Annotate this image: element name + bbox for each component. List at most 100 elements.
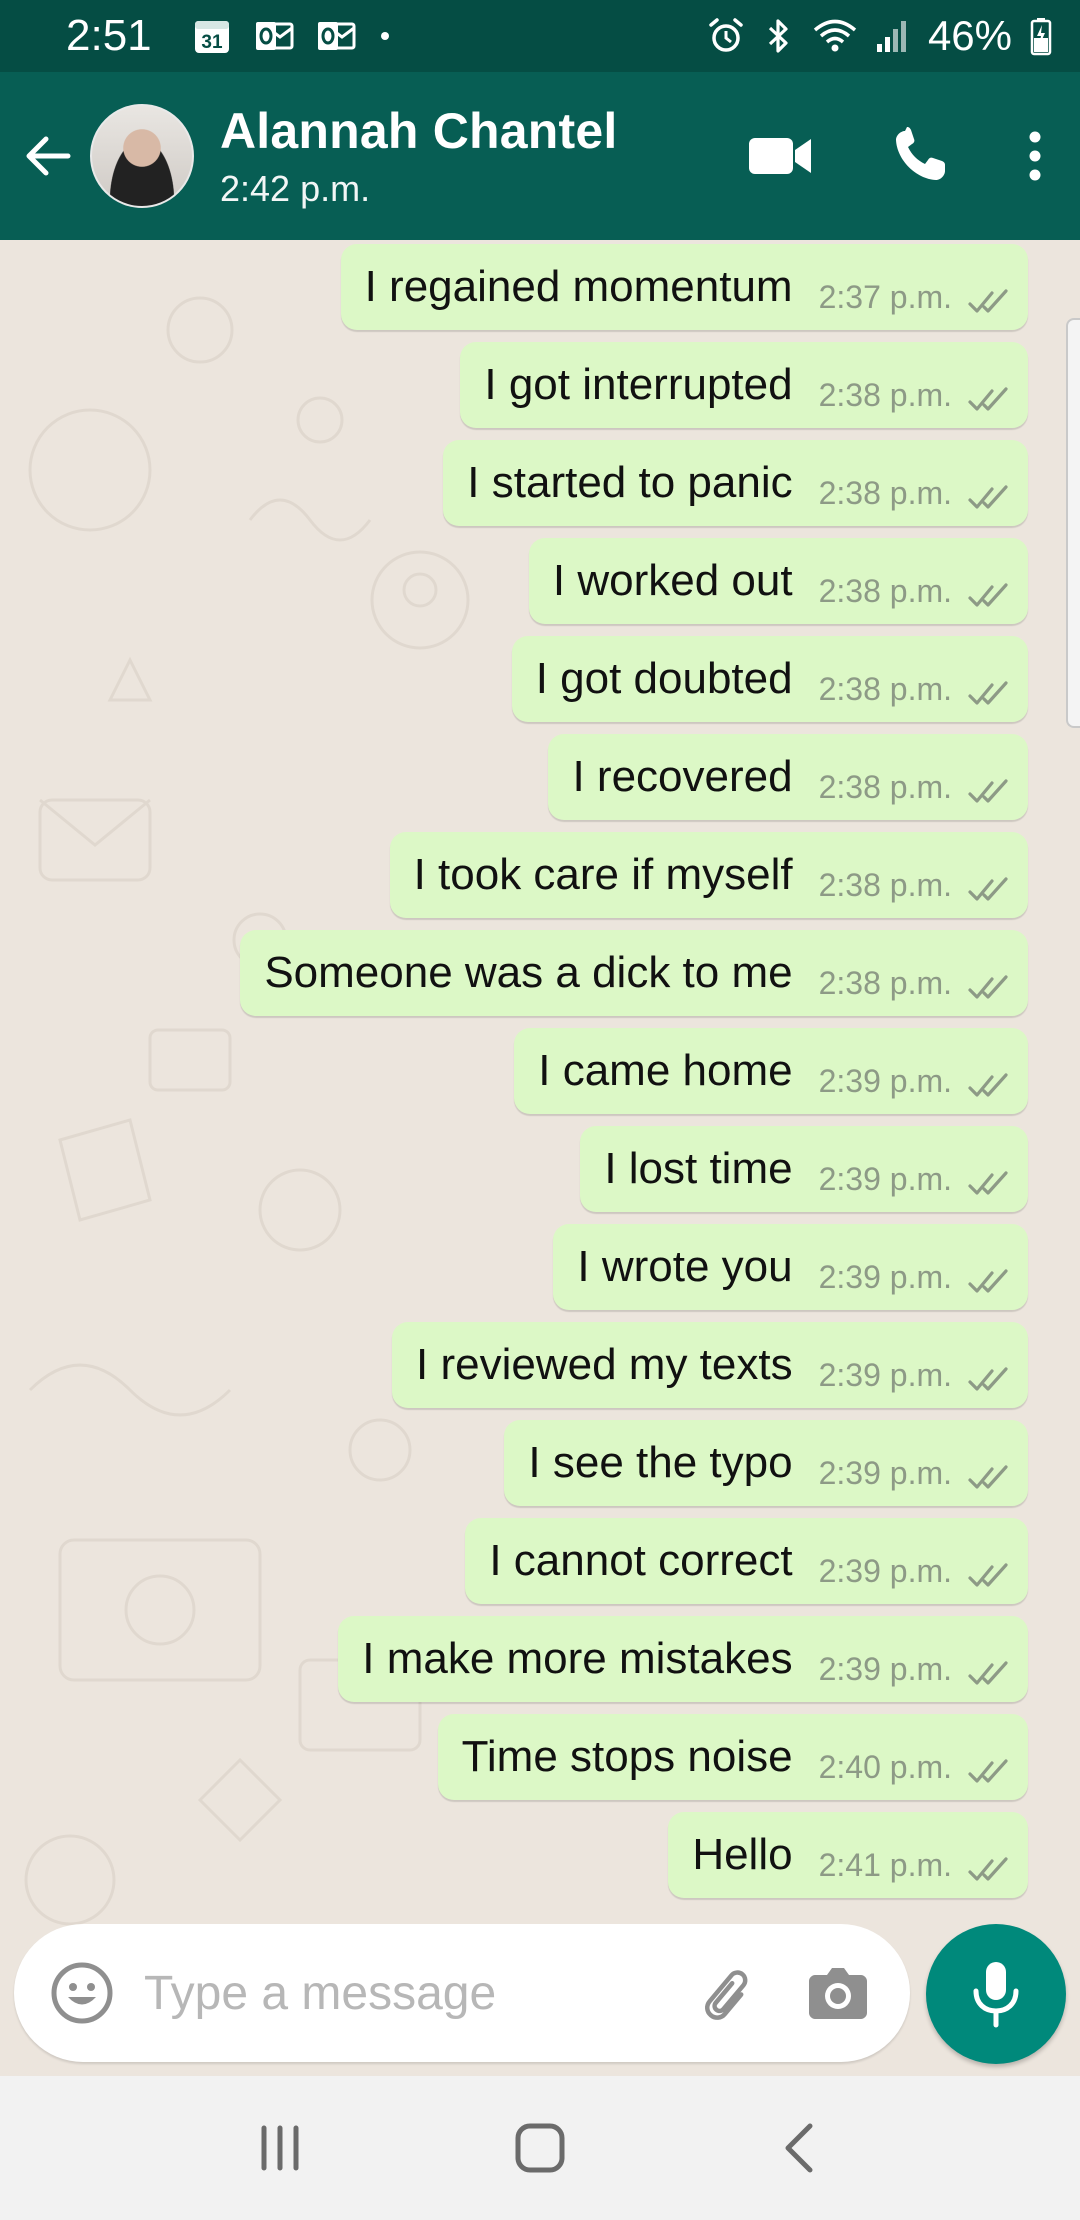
message-text: I recovered [572,752,793,801]
outgoing-message-bubble[interactable]: Someone was a dick to me 2:38 p.m. [240,930,1028,1016]
outgoing-message-bubble[interactable]: I worked out 2:38 p.m. [528,538,1028,624]
message-text: I worked out [552,556,793,605]
outgoing-message-bubble[interactable]: I make more mistakes 2:39 p.m. [338,1616,1028,1702]
emoji-button[interactable] [46,1957,118,2029]
notification-icons: 31 [192,16,392,56]
arrow-left-icon [26,136,71,176]
paperclip-icon [705,1970,748,2020]
back-nav-button[interactable] [740,2098,860,2198]
scrollbar-thumb[interactable] [1066,318,1080,728]
voice-call-button[interactable] [850,96,990,216]
message-time: 2:38 p.m. [818,671,952,707]
message-text: I see the typo [528,1438,793,1487]
outgoing-message-bubble[interactable]: I started to panic 2:38 p.m. [443,440,1028,526]
voice-message-button[interactable] [926,1924,1066,2064]
message-time: 2:39 p.m. [818,1063,952,1099]
home-icon [515,2123,565,2173]
voice-call-icon [896,127,945,180]
message-text: I came home [538,1046,793,1095]
home-button[interactable] [480,2098,600,2198]
outgoing-message-bubble[interactable]: I got doubted 2:38 p.m. [511,636,1028,722]
outgoing-message-bubble[interactable]: I reviewed my texts 2:39 p.m. [392,1322,1028,1408]
video-call-button[interactable] [710,96,850,216]
double-check-icon [966,580,1012,610]
message-meta: 2:39 p.m. [819,1063,1012,1114]
microphone-icon [973,1962,1019,2028]
more-options-button[interactable] [990,96,1080,216]
message-text: I lost time [604,1144,793,1193]
outgoing-message-bubble[interactable]: I took care if myself 2:38 p.m. [389,832,1028,918]
chat-header: Alannah Chantel 2:42 p.m. [0,72,1080,240]
message-meta: 2:39 p.m. [819,1553,1012,1604]
outgoing-message-bubble[interactable]: I got interrupted 2:38 p.m. [460,342,1028,428]
double-check-icon [966,1658,1012,1688]
message-list: I regained momentum 2:37 p.m. I got interr… [0,244,1080,1898]
recent-apps-button[interactable] [220,2098,340,2198]
outgoing-message-bubble[interactable]: I lost time 2:39 p.m. [580,1126,1028,1212]
message-text: I make more mistakes [362,1634,793,1683]
video-call-icon [749,138,811,174]
contact-info[interactable]: Alannah Chantel 2:42 p.m. [220,102,617,210]
double-check-icon [966,1462,1012,1492]
message-text: Hello [692,1830,793,1879]
double-check-icon [966,1560,1012,1590]
battery-percent: 46% [927,12,1012,59]
message-time: 2:40 p.m. [818,1749,952,1785]
message-composer [0,1912,1080,2076]
message-time: 2:39 p.m. [818,1651,952,1687]
system-navigation-bar [0,2076,1080,2220]
camera-icon [809,1968,867,2019]
message-time: 2:39 p.m. [818,1357,952,1393]
message-meta: 2:38 p.m. [819,867,1012,918]
message-text: Someone was a dick to me [264,948,793,997]
message-time: 2:39 p.m. [818,1161,952,1197]
back-icon [785,2123,813,2173]
message-text: I took care if myself [413,850,793,899]
last-seen-status: 2:42 p.m. [220,168,371,209]
message-time: 2:37 p.m. [818,279,952,315]
camera-button[interactable] [798,1953,878,2033]
outgoing-message-bubble[interactable]: I cannot correct 2:39 p.m. [465,1518,1028,1604]
message-text: I started to panic [467,458,793,507]
double-check-icon [966,384,1012,414]
system-status-icons: 46% [706,12,1052,60]
double-check-icon [966,874,1012,904]
battery-icon [1030,16,1052,56]
message-meta: 2:39 p.m. [819,1259,1012,1310]
dot-icon [378,29,392,43]
outgoing-message-bubble[interactable]: I see the typo 2:39 p.m. [504,1420,1028,1506]
whatsapp-chat-screen: 2:51 31 46% Alannah Chantel 2:42 p.m. I … [0,0,1080,2220]
double-check-icon [966,1364,1012,1394]
message-meta: 2:38 p.m. [819,769,1012,820]
message-meta: 2:41 p.m. [819,1847,1012,1898]
outgoing-message-bubble[interactable]: Time stops noise 2:40 p.m. [437,1714,1028,1800]
message-time: 2:39 p.m. [818,1553,952,1589]
message-meta: 2:38 p.m. [819,377,1012,428]
back-button[interactable] [6,96,90,216]
bluetooth-icon [764,16,794,56]
calendar-icon: 31 [192,16,232,56]
message-meta: 2:38 p.m. [819,573,1012,624]
outgoing-message-bubble[interactable]: I recovered 2:38 p.m. [548,734,1028,820]
chat-area[interactable]: I regained momentum 2:37 p.m. I got interr… [0,240,1080,2076]
message-time: 2:38 p.m. [818,769,952,805]
contact-avatar[interactable] [90,104,194,208]
double-check-icon [966,776,1012,806]
message-time: 2:38 p.m. [818,475,952,511]
message-time: 2:38 p.m. [818,573,952,609]
attach-button[interactable] [684,1953,764,2033]
outgoing-message-bubble[interactable]: I wrote you 2:39 p.m. [553,1224,1028,1310]
message-meta: 2:38 p.m. [819,671,1012,722]
message-time: 2:38 p.m. [818,867,952,903]
recent-apps-icon [261,2125,299,2171]
wifi-icon [812,16,858,56]
outgoing-message-bubble[interactable]: I regained momentum 2:37 p.m. [340,244,1028,330]
message-meta: 2:39 p.m. [819,1161,1012,1212]
outgoing-message-bubble[interactable]: Hello 2:41 p.m. [668,1812,1028,1898]
message-meta: 2:40 p.m. [819,1749,1012,1800]
message-input[interactable] [144,1953,664,2033]
status-time: 2:51 [66,11,152,60]
double-check-icon [966,1756,1012,1786]
outgoing-message-bubble[interactable]: I came home 2:39 p.m. [514,1028,1028,1114]
message-text: Time stops noise [461,1732,793,1781]
